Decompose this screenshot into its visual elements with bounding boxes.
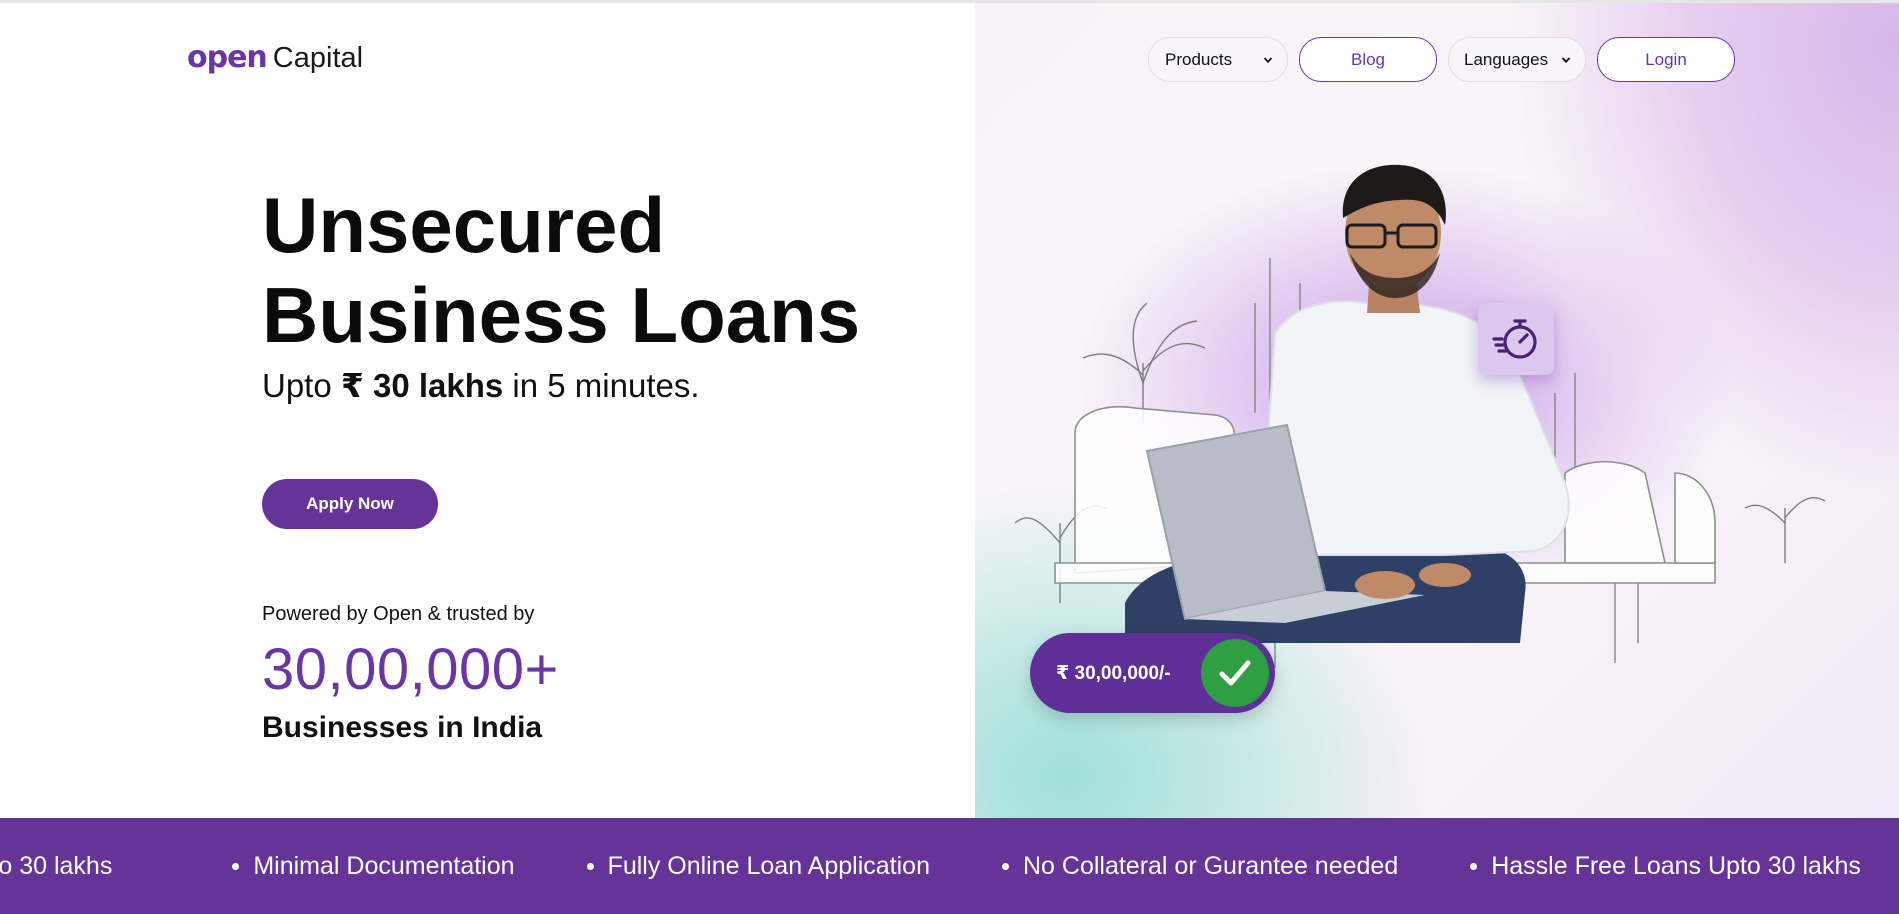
chevron-down-icon xyxy=(1263,56,1273,63)
business-count-label: Businesses in India xyxy=(262,711,543,744)
products-dropdown-label: Products xyxy=(1165,49,1233,69)
ticker-item: No Collateral or Gurantee needed xyxy=(1001,851,1399,881)
ticker-item-text: Minimal Documentation xyxy=(253,851,515,880)
badge-check-circle xyxy=(1201,639,1269,707)
bullet-icon xyxy=(1001,862,1009,870)
bullet-icon xyxy=(586,862,594,870)
languages-dropdown-label: Languages xyxy=(1464,49,1549,69)
ticker-item: Hassle Free Loans Upto 30 lakhs xyxy=(1470,852,1861,881)
blog-button[interactable]: Blog xyxy=(1299,37,1437,82)
loan-amount-badge-text: ₹ 30,00,000/- xyxy=(1056,662,1171,684)
business-count-stat: 30,00,000+ xyxy=(262,637,559,702)
stopwatch-icon xyxy=(1492,319,1537,359)
apply-now-button[interactable]: Apply Now xyxy=(262,479,438,529)
hero-subtitle-prefix: Upto xyxy=(262,367,341,404)
languages-dropdown[interactable]: Languages xyxy=(1448,37,1586,82)
hero-headline-line1: Unsecured xyxy=(262,181,666,269)
ticker-row: s Upto 30 lakhs Minimal Documentation Fu… xyxy=(0,818,1899,914)
ticker-item-text: No Collateral or Gurantee needed xyxy=(1022,851,1399,880)
page: open Capital Products Blog Languages Log… xyxy=(0,0,1899,914)
hero-subtitle-amount: ₹ 30 lakhs xyxy=(340,367,504,404)
hero-subtitle-suffix: in 5 minutes. xyxy=(503,367,700,404)
hero-headline-line2: Business Loans xyxy=(262,271,861,359)
powered-by-text: Powered by Open & trusted by xyxy=(262,603,535,625)
brand-logo[interactable]: open Capital xyxy=(187,40,363,75)
ticker-item: Minimal Documentation xyxy=(232,851,515,881)
hero-headline: Unsecured Business Loans xyxy=(262,180,860,360)
check-icon xyxy=(1219,660,1251,686)
hero-subtitle: Upto ₹ 30 lakhs in 5 minutes. xyxy=(262,366,700,405)
ticker-item-text: s Upto 30 lakhs xyxy=(0,851,113,880)
products-dropdown[interactable]: Products xyxy=(1148,37,1288,82)
features-ticker: s Upto 30 lakhs Minimal Documentation Fu… xyxy=(0,818,1899,914)
loan-amount-badge: ₹ 30,00,000/- xyxy=(1030,633,1275,713)
top-nav: Products Blog Languages Login xyxy=(1148,37,1735,82)
ticker-item: s Upto 30 lakhs xyxy=(0,852,112,881)
ticker-item-text: Fully Online Loan Application xyxy=(607,851,930,880)
stopwatch-tile xyxy=(1478,303,1554,375)
logo-open-wordmark: open xyxy=(187,40,268,75)
ticker-item: Fully Online Loan Application xyxy=(586,851,930,881)
login-button[interactable]: Login xyxy=(1597,37,1735,82)
bullet-icon xyxy=(232,862,240,870)
ticker-item-text: Hassle Free Loans Upto 30 lakhs xyxy=(1491,851,1861,880)
chevron-down-icon xyxy=(1561,56,1571,63)
bullet-icon xyxy=(1470,862,1478,870)
logo-capital-wordmark: Capital xyxy=(272,42,364,74)
